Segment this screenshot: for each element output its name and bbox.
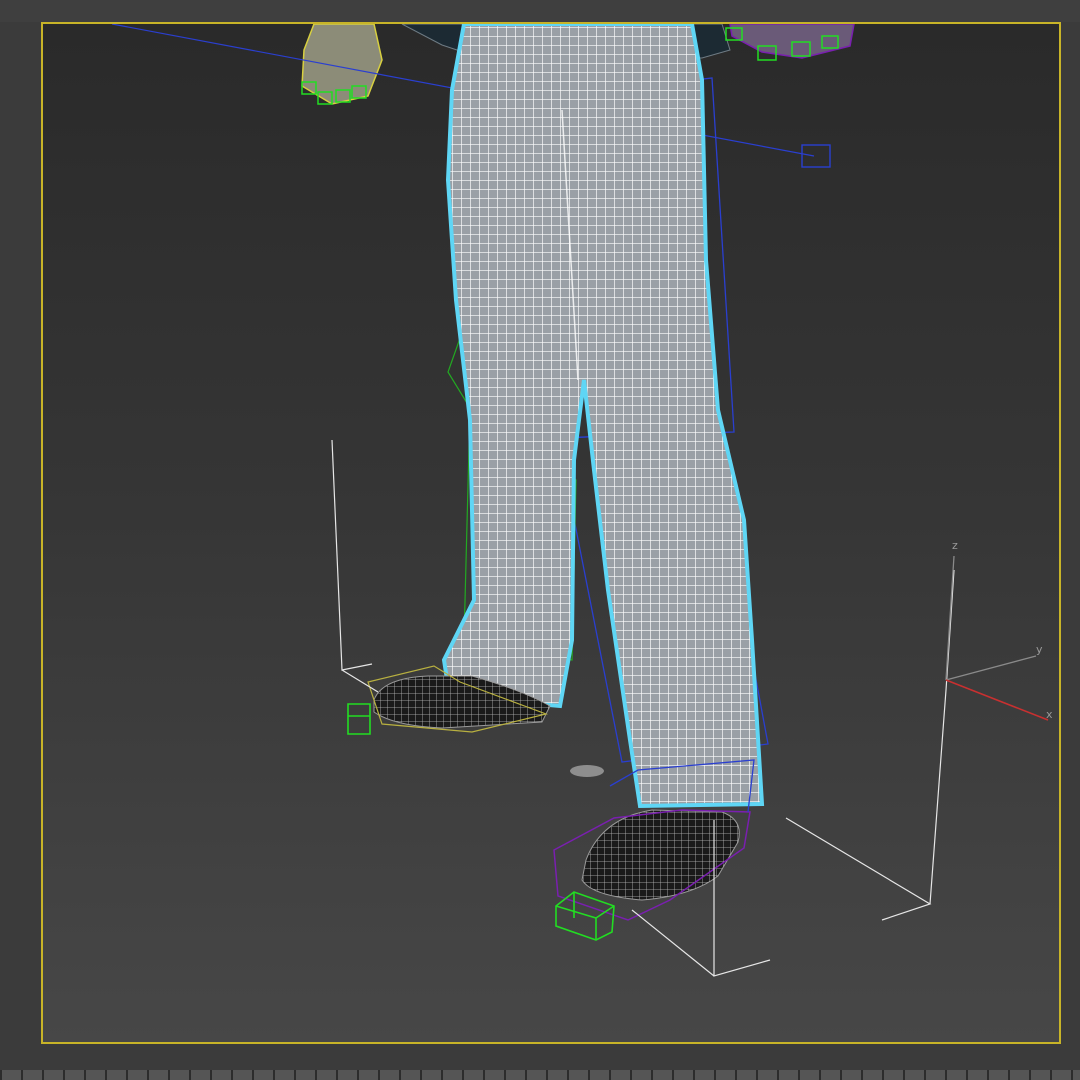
axis-label-y: y xyxy=(1036,643,1043,656)
axis-label-x: x xyxy=(1046,708,1053,721)
right-hand-bone-box xyxy=(801,144,831,168)
timeline-ruler-ticks[interactable] xyxy=(0,1070,1080,1080)
timeline-bar[interactable] xyxy=(0,1044,1080,1080)
axis-gizmo: z y x xyxy=(945,539,1053,721)
right-hand-mesh xyxy=(725,24,855,61)
axis-label-z: z xyxy=(952,539,958,552)
pivot-marker xyxy=(570,765,604,777)
perspective-viewport[interactable]: z y x xyxy=(41,22,1061,1044)
left-footstep-lines xyxy=(331,439,379,693)
viewport-scene[interactable]: z y x xyxy=(43,24,1059,1042)
top-toolbar-strip xyxy=(0,0,1080,22)
left-hand-mesh xyxy=(301,24,383,105)
